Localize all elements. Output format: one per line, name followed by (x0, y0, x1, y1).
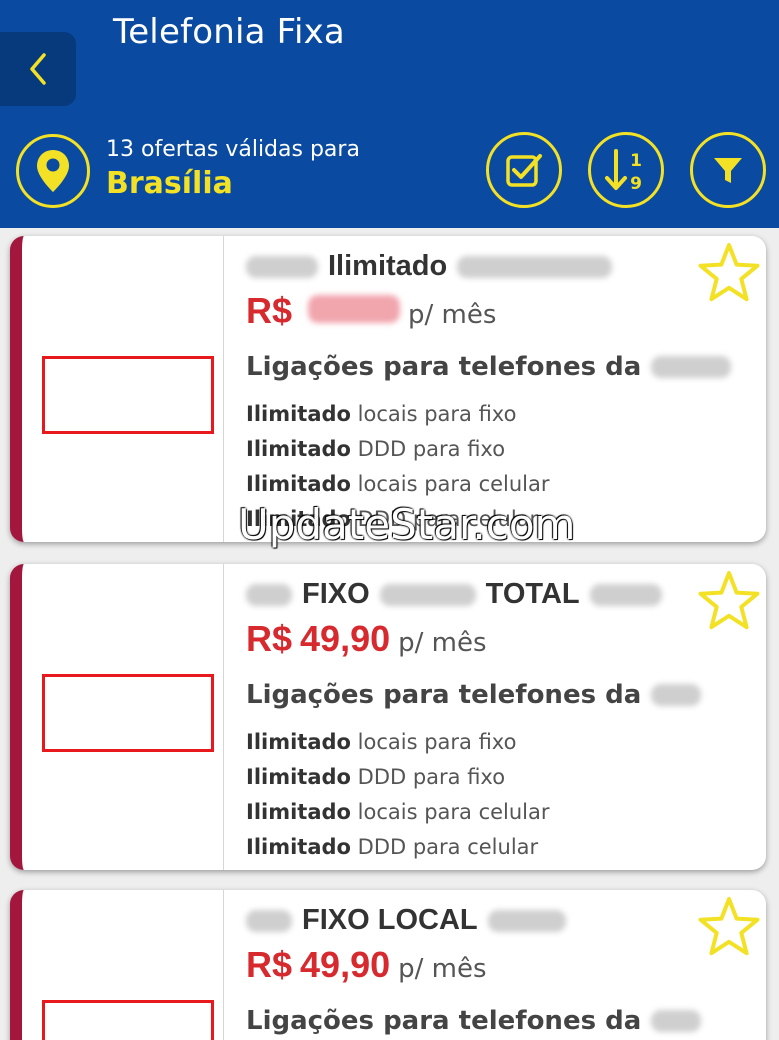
price-period: p/ mês (398, 628, 487, 658)
sort-digit-bottom: 9 (630, 174, 642, 194)
redacted-text (589, 583, 662, 606)
feature-item: Ilimitado DDD para celular (246, 835, 539, 859)
plan-name: FIXO TOTAL (246, 578, 662, 611)
feature-item: Ilimitado locais para celular (246, 472, 550, 496)
redacted-text (651, 684, 702, 706)
redacted-text (246, 583, 292, 606)
price-row: R$ 49,90 p/ mês (246, 618, 487, 660)
calls-heading-text: Ligações para telefones da (246, 680, 642, 710)
calls-heading-text: Ligações para telefones da (246, 1006, 642, 1036)
feature-item: Ilimitado locais para fixo (246, 730, 517, 754)
provider-logo-area (22, 564, 224, 870)
star-icon[interactable] (696, 240, 762, 306)
price-period: p/ mês (398, 954, 487, 984)
price-value: 49,90 (300, 618, 391, 659)
plan-name: Ilimitado (246, 250, 613, 283)
location-pin-icon (37, 150, 69, 192)
sort-digit-top: 1 (630, 151, 642, 171)
redacted-price (308, 295, 401, 323)
location-button[interactable] (16, 134, 90, 208)
price-value: 49,90 (300, 944, 391, 985)
price-currency: R$ (246, 944, 293, 985)
plan-name-text: FIXO LOCAL (302, 904, 478, 936)
plan-name: FIXO LOCAL (246, 904, 566, 937)
redacted-text (379, 583, 476, 606)
redacted-text (487, 909, 566, 932)
feature-item: Ilimitado DDD para celular (246, 507, 539, 531)
provider-logo-placeholder (42, 674, 214, 752)
star-icon[interactable] (696, 568, 762, 634)
plan-name-text: TOTAL (485, 578, 580, 610)
app-header: Telefonia Fixa 13 ofertas válidas para B… (0, 0, 779, 228)
sort-numeric-icon: 1 9 (605, 149, 642, 194)
compare-button[interactable] (486, 132, 562, 208)
redacted-text (246, 255, 318, 278)
page-title: Telefonia Fixa (113, 12, 345, 52)
provider-logo-area (22, 236, 224, 542)
feature-item: Ilimitado DDD para fixo (246, 437, 506, 461)
price-currency: R$ (246, 290, 293, 331)
funnel-icon (714, 158, 742, 183)
price-period: p/ mês (408, 300, 497, 330)
checkbox-icon (506, 154, 542, 187)
offers-count-text: 13 ofertas válidas para (106, 137, 360, 162)
price-row: R$ p/ mês (246, 290, 496, 332)
redacted-text (457, 255, 613, 278)
price-row: R$ 49,90 p/ mês (246, 944, 487, 986)
feature-item: Ilimitado locais para celular (246, 800, 550, 824)
feature-item: Ilimitado DDD para fixo (246, 765, 506, 789)
calls-heading: Ligações para telefones da (246, 1006, 702, 1036)
provider-logo-placeholder (42, 1000, 214, 1040)
city-name[interactable]: Brasília (106, 166, 233, 201)
offer-card[interactable]: FIXO LOCAL R$ 49,90 p/ mês Ligações para… (10, 890, 766, 1040)
provider-logo-area (22, 890, 224, 1040)
plan-name-text: FIXO (302, 578, 370, 610)
provider-logo-placeholder (42, 356, 214, 434)
redacted-text (246, 909, 292, 932)
plan-name-text: Ilimitado (328, 250, 448, 282)
calls-heading: Ligações para telefones da (246, 352, 732, 382)
feature-item: Ilimitado locais para fixo (246, 402, 517, 426)
calls-heading: Ligações para telefones da (246, 680, 702, 710)
sort-button[interactable]: 1 9 (588, 132, 664, 208)
chevron-left-icon (30, 53, 46, 85)
offer-card[interactable]: FIXO TOTAL R$ 49,90 p/ mês Ligações para… (10, 564, 766, 870)
star-icon[interactable] (696, 894, 762, 960)
redacted-text (651, 1010, 702, 1032)
filter-button[interactable] (690, 132, 766, 208)
price-currency: R$ (246, 618, 293, 659)
offer-card[interactable]: Ilimitado R$ p/ mês Ligações para telefo… (10, 236, 766, 542)
calls-heading-text: Ligações para telefones da (246, 352, 642, 382)
redacted-text (651, 356, 732, 378)
back-button[interactable] (0, 32, 76, 106)
